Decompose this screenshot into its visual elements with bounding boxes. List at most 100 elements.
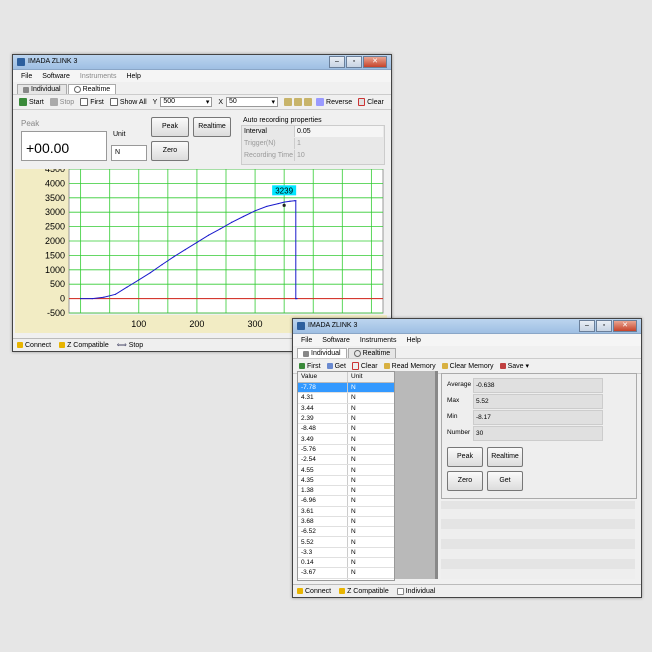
cell-value: -3.3 [298,547,348,559]
tab-individual[interactable]: Individual [17,84,67,94]
get-button[interactable]: Get [326,363,346,370]
table-row[interactable]: -6.96 N [298,495,394,507]
trigger-field[interactable]: 1 [294,138,383,149]
value-table[interactable]: Value Unit -7.78 N 4.31 N 3.44 N 2.39 N -8.48 N 3.… [297,371,395,581]
splitter[interactable] [435,371,438,579]
stat-row: Min -8.17 [445,409,605,425]
table-row[interactable]: 3.68 N [298,516,394,528]
clear-button[interactable]: Clear [351,362,378,370]
menu-file[interactable]: File [21,73,32,80]
menu-help[interactable]: Help [406,337,420,344]
y-scale: Y 500 ▾ [153,97,213,107]
table-row[interactable]: -6.52 N [298,526,394,538]
clear-memory-button[interactable]: Clear Memory [441,363,494,370]
get-button[interactable]: Get [487,471,523,491]
zoom-out-icon[interactable] [294,98,303,106]
menu-instruments[interactable]: Instruments [80,73,117,80]
tab-realtime[interactable]: Realtime [67,84,117,94]
menu-software[interactable]: Software [42,73,70,80]
table-row[interactable]: 5.52 N [298,536,394,548]
peak-button[interactable]: Peak [151,117,189,137]
clear-button[interactable]: Clear [358,98,384,106]
menu-file[interactable]: File [301,337,312,344]
realtime-button[interactable]: Realtime [487,447,523,467]
recording-time-value: 10 [297,152,305,159]
menu-instruments[interactable]: Instruments [360,337,397,344]
column-value[interactable]: Value [298,372,348,382]
timer-icon [73,86,81,93]
menu-help[interactable]: Help [126,73,140,80]
show-all-checkbox[interactable]: Show All [109,98,147,106]
table-row[interactable]: 4.31 N [298,392,394,404]
data-point [161,264,163,266]
first-checkbox[interactable]: First [80,98,104,106]
table-row[interactable]: 4.35 N [298,475,394,486]
table-row[interactable]: 3.49 N [298,433,394,445]
cell-unit: N [347,423,394,435]
reverse-button[interactable]: Reverse [316,98,352,106]
recording-time-field[interactable]: 10 [294,150,383,161]
x-select[interactable]: 50 ▾ [226,97,279,107]
table-row[interactable]: 2.39 N [298,413,394,425]
y-tick-label: 4000 [45,178,65,188]
zero-button[interactable]: Zero [151,141,189,161]
y-tick-label: 3000 [45,207,65,217]
table-row[interactable]: -5.76 N [298,444,394,456]
zoom-in-icon[interactable] [284,98,293,106]
y-tick-label: 3500 [45,193,65,203]
stat-row: Average -0.638 [445,377,605,393]
table-row[interactable]: 4.55 N [298,464,394,476]
save-button[interactable]: Save ▾ [499,362,529,370]
table-row[interactable]: -7.78 N [298,383,394,394]
table-row[interactable]: -3.3 N [298,547,394,559]
tab-realtime[interactable]: Realtime [347,348,397,358]
cell-unit: N [347,392,394,404]
close-button[interactable]: ✕ [613,320,637,332]
table-row[interactable]: -3.67 N [298,567,394,579]
read-memory-label: Read Memory [391,362,436,370]
minimize-button[interactable]: – [579,320,595,332]
maximize-button[interactable]: ▫ [596,320,612,332]
table-row[interactable]: 3.61 N [298,506,394,517]
zero-label: Zero [457,477,473,484]
table-row[interactable]: -8.48 N [298,423,394,435]
title-bar[interactable]: IMADA ZLINK 3 – ▫ ✕ [293,319,641,334]
cell-unit: N [347,454,394,466]
table-row[interactable]: 3.79N [298,578,394,580]
compat-label: Z Compatible [67,341,109,349]
cell-unit: N [347,403,394,414]
realtime-button[interactable]: Realtime [193,117,231,137]
clear-label: Clear [367,98,384,106]
y-select[interactable]: 500 ▾ [160,97,213,107]
table-row[interactable]: 0.14 N [298,557,394,569]
zero-button[interactable]: Zero [447,471,483,491]
title-bar[interactable]: IMADA ZLINK 3 – ▫ ✕ [13,55,391,70]
table-scrollbar[interactable] [395,371,435,579]
table-row[interactable]: -2.54 N [298,454,394,466]
tab-individual[interactable]: Individual [297,348,347,358]
table-row[interactable]: 1.38 N [298,485,394,497]
y-tick-label: -500 [47,308,65,318]
auto-recording-title: Auto recording properties [243,117,322,124]
maximize-button[interactable]: ▫ [346,56,362,68]
start-button[interactable]: Start [19,98,44,106]
table-row[interactable]: 3.44 N [298,403,394,414]
peak-label: Peak [457,453,473,460]
tab-strip: Individual Realtime [293,346,641,358]
y-tick-label: 0 [60,294,65,304]
close-button[interactable]: ✕ [363,56,387,68]
force-chart[interactable]: 4500 4000 3500 3000 2500 2000 1500 1000 500 0 -500… [15,169,387,333]
fit-icon[interactable] [304,98,313,106]
minimize-button[interactable]: – [329,56,345,68]
menu-software[interactable]: Software [322,337,350,344]
x-tick-label: 100 [131,319,146,329]
interval-field[interactable]: 0.05 [294,126,383,137]
data-point [283,201,285,203]
cell-unit: N [347,485,394,497]
peak-button[interactable]: Peak [447,447,483,467]
cell-value: 3.68 [298,516,348,528]
first-checkbox[interactable]: First [299,363,321,370]
read-memory-button[interactable]: Read Memory [383,362,436,370]
stop-button[interactable]: Stop [49,98,74,106]
column-unit[interactable]: Unit [348,372,363,382]
